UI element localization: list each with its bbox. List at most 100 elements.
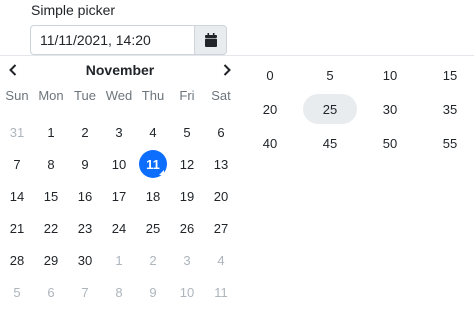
day-number: 7 — [13, 156, 21, 172]
day-cell[interactable]: 25 — [136, 212, 170, 244]
day-cell[interactable]: 22 — [34, 212, 68, 244]
day-cell[interactable]: 4 — [136, 116, 170, 148]
day-number: 26 — [179, 220, 195, 236]
minute-label: 45 — [322, 135, 338, 151]
minutes-grid: 0 5 10 15 20 25 30 35 40 45 50 55 — [240, 58, 474, 160]
weekday-label: Fri — [179, 88, 195, 103]
calendar-icon — [204, 33, 217, 47]
day-cell[interactable]: 8 — [34, 148, 68, 180]
day-cell[interactable]: 7 — [0, 148, 34, 180]
day-cell[interactable]: 17 — [102, 180, 136, 212]
month-title: November — [85, 62, 155, 78]
open-calendar-button[interactable] — [194, 25, 227, 55]
day-number: 3 — [115, 124, 123, 140]
day-cell[interactable]: 20 — [204, 180, 238, 212]
day-cell[interactable]: 12 — [170, 148, 204, 180]
day-cell[interactable]: 15 — [34, 180, 68, 212]
picker-popup: November Sun Mon Tue Wed Thu Fri Sat 31 1 2 3 4 5 6 7… — [0, 55, 474, 310]
day-cell[interactable]: 27 — [204, 212, 238, 244]
day-number: 6 — [217, 124, 225, 140]
day-cell[interactable]: 23 — [68, 212, 102, 244]
day-number: 8 — [115, 284, 123, 300]
day-cell[interactable]: 14 — [0, 180, 34, 212]
minute-option[interactable]: 15 — [420, 58, 474, 92]
day-cell[interactable]: 24 — [102, 212, 136, 244]
days-grid: 31 1 2 3 4 5 6 7 8 9 10 11 12 13 14 15 16 17 18 19 20 21 22 23 2… — [0, 116, 238, 308]
minute-option[interactable]: 35 — [420, 92, 474, 126]
day-number: 6 — [47, 284, 55, 300]
day-cell[interactable]: 5 — [0, 276, 34, 308]
day-cell[interactable]: 7 — [68, 276, 102, 308]
day-cell[interactable]: 18 — [136, 180, 170, 212]
day-number: 27 — [213, 220, 229, 236]
day-number: 9 — [149, 284, 157, 300]
minute-option[interactable]: 30 — [360, 92, 420, 126]
minute-option[interactable]: 45 — [300, 126, 360, 160]
date-time-input[interactable] — [30, 25, 194, 55]
day-cell[interactable]: 5 — [170, 116, 204, 148]
day-number: 22 — [43, 220, 59, 236]
minute-option[interactable]: 55 — [420, 126, 474, 160]
day-cell[interactable]: 3 — [170, 244, 204, 276]
day-cell[interactable]: 3 — [102, 116, 136, 148]
minute-label: 30 — [382, 101, 398, 117]
day-number: 18 — [145, 188, 161, 204]
minute-label: 20 — [262, 101, 278, 117]
day-cell[interactable]: 2 — [136, 244, 170, 276]
day-number: 29 — [43, 252, 59, 268]
day-number: 11 — [214, 284, 228, 300]
day-number: 24 — [111, 220, 127, 236]
day-number: 5 — [183, 124, 191, 140]
previous-month-button[interactable] — [4, 61, 22, 79]
day-number: 30 — [77, 252, 93, 268]
day-cell[interactable]: 28 — [0, 244, 34, 276]
minute-option[interactable]: 20 — [240, 92, 300, 126]
minute-option[interactable]: 40 — [240, 126, 300, 160]
day-cell[interactable]: 10 — [102, 148, 136, 180]
day-cell[interactable]: 1 — [102, 244, 136, 276]
day-cell[interactable]: 10 — [170, 276, 204, 308]
day-number: 31 — [9, 124, 25, 140]
day-number: 28 — [9, 252, 25, 268]
chevron-right-icon — [223, 64, 231, 76]
weekday-label: Thu — [141, 88, 165, 103]
day-cell[interactable]: 29 — [34, 244, 68, 276]
minute-label: 0 — [266, 67, 274, 83]
minute-option[interactable]: 50 — [360, 126, 420, 160]
next-month-button[interactable] — [218, 61, 236, 79]
day-number: 8 — [47, 156, 55, 172]
field-label: Simple picker — [31, 2, 116, 18]
weekday-label: Sat — [211, 88, 231, 103]
day-cell[interactable]: 8 — [102, 276, 136, 308]
day-number: 1 — [47, 124, 55, 140]
day-number: 10 — [179, 284, 195, 300]
day-number: 20 — [213, 188, 229, 204]
day-cell[interactable]: 26 — [170, 212, 204, 244]
day-cell[interactable]: 11 — [204, 276, 238, 308]
day-cell[interactable]: 4 — [204, 244, 238, 276]
day-number: 23 — [77, 220, 93, 236]
day-cell[interactable]: 1 — [34, 116, 68, 148]
day-cell[interactable]: 9 — [136, 276, 170, 308]
day-cell[interactable]: 31 — [0, 116, 34, 148]
day-cell-selected[interactable]: 11 — [136, 148, 170, 180]
day-number: 21 — [9, 220, 25, 236]
day-cell[interactable]: 16 — [68, 180, 102, 212]
day-cell[interactable]: 19 — [170, 180, 204, 212]
day-cell[interactable]: 13 — [204, 148, 238, 180]
minute-option[interactable]: 0 — [240, 58, 300, 92]
day-cell[interactable]: 21 — [0, 212, 34, 244]
minute-option-selected[interactable]: 25 — [300, 92, 360, 126]
minute-label: 40 — [262, 135, 278, 151]
minute-option[interactable]: 5 — [300, 58, 360, 92]
day-number: 2 — [149, 252, 157, 268]
day-cell[interactable]: 9 — [68, 148, 102, 180]
minute-option[interactable]: 10 — [360, 58, 420, 92]
minute-label: 50 — [382, 135, 398, 151]
day-cell[interactable]: 30 — [68, 244, 102, 276]
minute-label: 25 — [303, 94, 357, 124]
day-number: 11 — [139, 150, 167, 178]
day-cell[interactable]: 2 — [68, 116, 102, 148]
day-cell[interactable]: 6 — [34, 276, 68, 308]
day-cell[interactable]: 6 — [204, 116, 238, 148]
